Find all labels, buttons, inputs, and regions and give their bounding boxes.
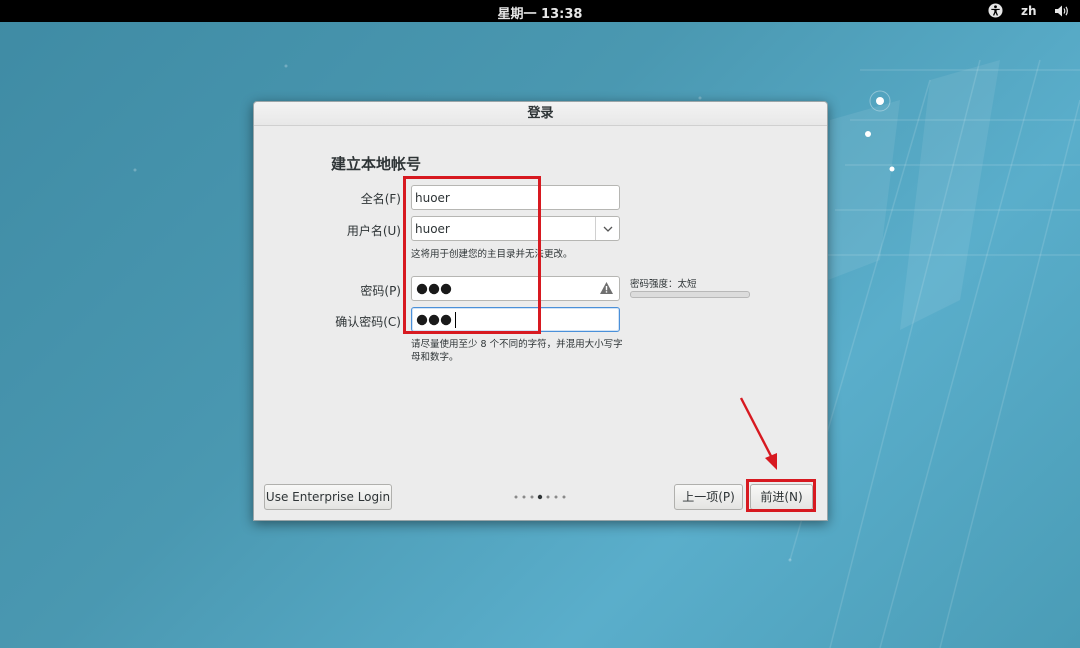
page-indicator: [514, 494, 566, 500]
page-dot: [530, 495, 534, 499]
language-indicator[interactable]: zh: [1021, 4, 1037, 18]
username-dropdown-button[interactable]: [595, 217, 619, 240]
page-dot: [522, 495, 526, 499]
confirm-password-label: 确认密码(C): [335, 315, 401, 329]
warning-icon: [600, 282, 613, 294]
clock[interactable]: 星期一 13:38: [0, 3, 1080, 22]
page-dot: [514, 495, 518, 499]
password-strength-bar: [630, 291, 750, 298]
annotation-box-next: [746, 479, 816, 512]
page-dot: [554, 495, 558, 499]
enterprise-login-button[interactable]: Use Enterprise Login: [264, 484, 392, 510]
accessibility-icon[interactable]: [988, 3, 1003, 18]
password-label: 密码(P): [360, 284, 401, 298]
password-strength-label: 密码强度：太短: [630, 279, 697, 290]
username-label: 用户名(U): [346, 224, 401, 238]
chevron-down-icon: [603, 226, 613, 232]
section-heading: 建立本地帐号: [331, 155, 422, 173]
previous-button[interactable]: 上一项(P): [674, 484, 743, 510]
password-hint: 请尽量使用至少 8 个不同的字符，并混用大小写字母和数字。: [411, 339, 623, 363]
annotation-box-fields: [403, 176, 541, 334]
annotation-arrow: [739, 397, 777, 470]
volume-icon[interactable]: [1054, 4, 1070, 18]
page-dot: [562, 495, 566, 499]
page-dot-current: [537, 494, 543, 500]
dialog-title: 登录: [254, 102, 827, 126]
fullname-label: 全名(F): [360, 192, 401, 206]
top-bar: 星期一 13:38 zh: [0, 0, 1080, 22]
page-dot: [546, 495, 550, 499]
